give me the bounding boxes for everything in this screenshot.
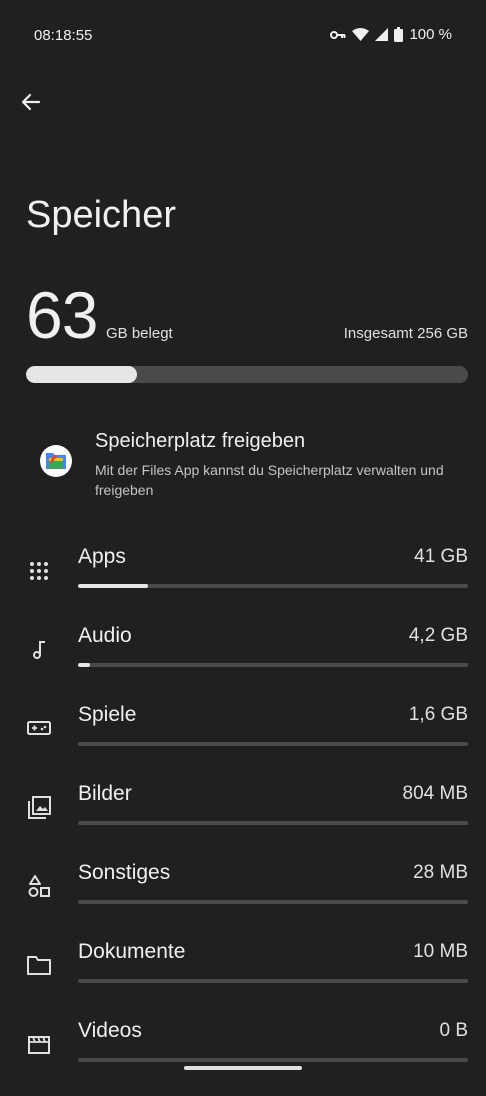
- battery-icon: [394, 27, 404, 42]
- category-name: Audio: [78, 624, 132, 647]
- free-up-space-card[interactable]: Speicherplatz freigeben Mit der Files Ap…: [26, 425, 468, 505]
- category-name: Videos: [78, 1019, 142, 1042]
- shapes-icon: [26, 873, 52, 899]
- category-documents[interactable]: Dokumente 10 MB: [0, 938, 486, 1017]
- vpn-key-icon: [330, 30, 346, 40]
- category-bar: [78, 900, 468, 904]
- category-bar: [78, 742, 468, 746]
- category-videos[interactable]: Videos 0 B: [0, 1017, 486, 1096]
- category-size: 1,6 GB: [408, 704, 468, 725]
- status-icons: 100 %: [330, 26, 452, 43]
- image-icon: [26, 794, 52, 820]
- total-storage: Insgesamt 256 GB: [343, 325, 468, 342]
- category-bar: [78, 663, 468, 667]
- files-app-icon: [40, 445, 72, 477]
- promo-title: Speicherplatz freigeben: [95, 430, 306, 452]
- category-bar: [78, 979, 468, 983]
- category-name: Apps: [78, 545, 126, 568]
- category-name: Bilder: [78, 782, 132, 805]
- storage-usage-fill: [26, 366, 137, 383]
- category-name: Sonstiges: [78, 861, 171, 884]
- wifi-icon: [352, 28, 370, 41]
- back-button[interactable]: [18, 89, 44, 115]
- category-apps[interactable]: Apps 41 GB: [0, 543, 486, 622]
- category-size: 41 GB: [414, 546, 468, 567]
- category-name: Dokumente: [78, 940, 186, 963]
- home-indicator[interactable]: [184, 1066, 302, 1070]
- category-size: 28 MB: [413, 862, 468, 883]
- category-images[interactable]: Bilder 804 MB: [0, 780, 486, 859]
- cellular-signal-icon: [375, 28, 389, 41]
- storage-usage-bar: [26, 366, 468, 383]
- used-storage-unit: GB belegt: [106, 325, 173, 342]
- category-size: 4,2 GB: [408, 625, 468, 646]
- music-note-icon: [26, 636, 52, 662]
- gamepad-icon: [26, 715, 52, 741]
- folder-icon: [26, 952, 52, 978]
- category-size: 0 B: [439, 1020, 468, 1041]
- page-title: Speicher: [26, 194, 176, 236]
- category-other[interactable]: Sonstiges 28 MB: [0, 859, 486, 938]
- arrow-back-icon: [18, 93, 44, 119]
- category-bar: [78, 584, 468, 588]
- category-name: Spiele: [78, 703, 137, 726]
- category-size: 804 MB: [402, 783, 468, 804]
- category-bar-fill: [78, 663, 90, 667]
- category-audio[interactable]: Audio 4,2 GB: [0, 622, 486, 701]
- used-storage-value: 63: [26, 278, 98, 352]
- movie-icon: [26, 1031, 52, 1057]
- category-bar: [78, 1058, 468, 1062]
- category-bar: [78, 821, 468, 825]
- battery-level: 100 %: [409, 26, 452, 43]
- status-time: 08:18:55: [34, 27, 93, 44]
- category-games[interactable]: Spiele 1,6 GB: [0, 701, 486, 780]
- apps-grid-icon: [26, 557, 52, 583]
- category-size: 10 MB: [413, 941, 468, 962]
- promo-description: Mit der Files App kannst du Speicherplat…: [95, 462, 444, 498]
- category-bar-fill: [78, 584, 149, 588]
